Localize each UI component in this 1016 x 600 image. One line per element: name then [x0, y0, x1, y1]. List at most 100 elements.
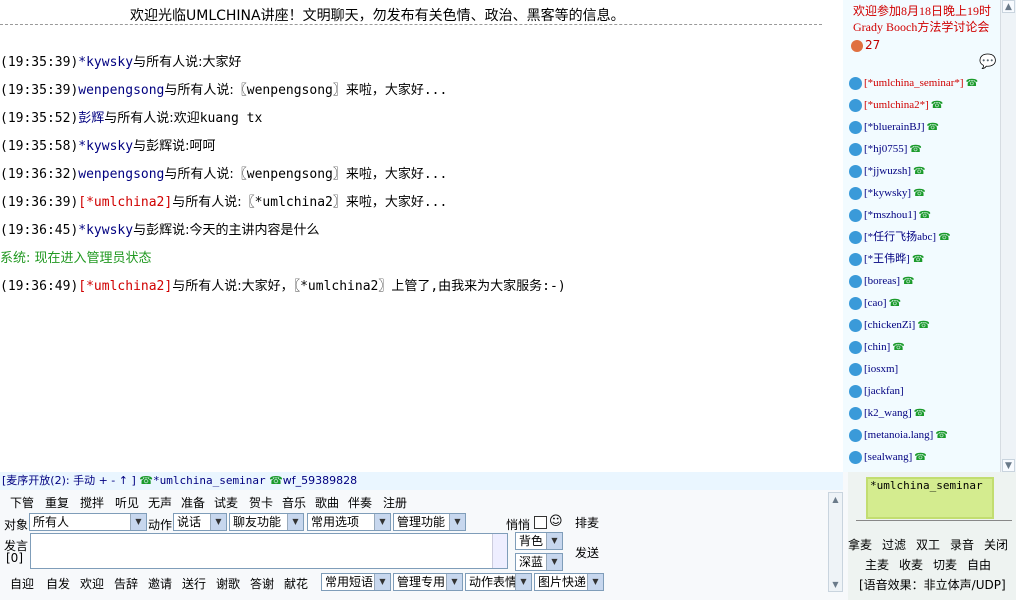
toolbar-bottom-button[interactable]: 谢歌	[216, 575, 240, 592]
user-list-item[interactable]: [*bluerainBJ] ☎	[849, 116, 1001, 138]
message-sender[interactable]: wenpengsong	[78, 83, 164, 98]
common-options-select[interactable]: 常用选项 ▼	[307, 513, 391, 531]
user-name: [*任行飞扬abc]	[864, 231, 937, 243]
user-list-item[interactable]: [*kywsky] ☎	[849, 182, 1001, 204]
toolbar-bottom-button[interactable]: 邀请	[148, 575, 172, 592]
user-list-item[interactable]: [*umlchina2*] ☎	[849, 94, 1001, 116]
user-icon	[849, 208, 862, 222]
bgcolor-value: 背色	[519, 534, 544, 548]
action-emote-select[interactable]: 动作表情 ▼	[465, 573, 532, 591]
user-list-item[interactable]: [chin] ☎	[849, 336, 1001, 358]
voice-effect: [语音效果：非立体声/UDP]	[859, 578, 1006, 592]
voice-button[interactable]: 过滤	[882, 536, 906, 553]
voice-button[interactable]: 双工	[916, 536, 940, 553]
toolbar-bottom-button[interactable]: 自迎	[10, 575, 34, 592]
toolbar-bottom-button[interactable]: 告辞	[114, 575, 138, 592]
message-sender[interactable]: [*umlchina2]	[78, 279, 172, 294]
phone-icon: ☎	[917, 320, 930, 331]
color-select[interactable]: 深蓝 ▼	[515, 553, 563, 571]
toolbar-bottom-button[interactable]: 答谢	[250, 575, 274, 592]
user-list-item[interactable]: [sealwang] ☎	[849, 446, 1001, 468]
whisper-checkbox[interactable]	[534, 516, 547, 529]
chevron-down-icon: ▼	[446, 574, 462, 590]
message-time: (19:35:39)	[0, 83, 79, 98]
toolbar-bottom-button[interactable]: 自发	[46, 575, 70, 592]
toolbar-top-button[interactable]: 无声	[148, 494, 172, 511]
voice-button[interactable]: 自由	[967, 556, 991, 573]
voice-button[interactable]: 主麦	[865, 556, 889, 573]
user-list-item[interactable]: [*umlchina_seminar*] ☎	[849, 72, 1001, 94]
chat-bubble-icon[interactable]: 💬	[979, 54, 996, 70]
toolbar-top-button[interactable]: 听见	[115, 494, 139, 511]
voice-button[interactable]: 拿麦	[848, 536, 872, 553]
toolbar-top-button[interactable]: 试麦	[214, 494, 238, 511]
user-icon	[849, 340, 862, 354]
lower-scrollbar[interactable]: ▲ ▼	[828, 492, 843, 592]
user-list-item[interactable]: [*hj0755] ☎	[849, 138, 1001, 160]
voice-button[interactable]: 录音	[950, 536, 974, 553]
toolbar-bottom-button[interactable]: 欢迎	[80, 575, 104, 592]
toolbar-top-button[interactable]: 音乐	[282, 494, 306, 511]
message-sender[interactable]: 彭辉	[78, 111, 104, 126]
user-list-item[interactable]: [iosxm]	[849, 358, 1001, 380]
input-scrollbar[interactable]	[492, 534, 507, 568]
message-sender[interactable]: wenpengsong	[78, 167, 164, 182]
user-list-item[interactable]: [k2_wang] ☎	[849, 402, 1001, 424]
toolbar-top-button[interactable]: 伴奏	[348, 494, 372, 511]
user-list-scrollbar[interactable]: ▲ ▼	[1000, 0, 1016, 472]
user-list-item[interactable]: [metanoia.lang] ☎	[849, 424, 1001, 446]
bgcolor-select[interactable]: 背色 ▼	[515, 532, 563, 550]
phone-icon: ☎	[269, 474, 283, 487]
toolbar-bottom-button[interactable]: 送行	[182, 575, 206, 592]
admin-use-select[interactable]: 管理专用 ▼	[393, 573, 463, 591]
queue-button[interactable]: 排麦	[575, 514, 599, 531]
user-list-item[interactable]: [chickenZi] ☎	[849, 314, 1001, 336]
user-list-item[interactable]: [*王伟晔] ☎	[849, 248, 1001, 270]
toolbar-top-button[interactable]: 注册	[383, 494, 407, 511]
toolbar-top-button[interactable]: 歌曲	[315, 494, 339, 511]
notice-line-2: Grady Booch方法学讨论会	[853, 20, 990, 34]
user-name: [*umlchina_seminar*]	[864, 77, 964, 89]
image-quick-select[interactable]: 图片快递 ▼	[534, 573, 604, 591]
user-list-item[interactable]: [jackfan]	[849, 380, 1001, 402]
color-value: 深蓝	[519, 555, 544, 569]
toolbar-bottom-button[interactable]: 献花	[284, 575, 308, 592]
user-list-item[interactable]: [*mszhou1] ☎	[849, 204, 1001, 226]
common-options-value: 常用选项	[311, 515, 360, 529]
common-phrases-select[interactable]: 常用短语 ▼	[321, 573, 391, 591]
user-list-item[interactable]: [boreas] ☎	[849, 270, 1001, 292]
toolbar-top-button[interactable]: 准备	[181, 494, 205, 511]
message-input[interactable]	[30, 533, 508, 569]
mic-mode[interactable]: 手动	[73, 474, 95, 487]
scroll-down-icon[interactable]: ▼	[1002, 459, 1015, 472]
voice-button[interactable]: 关闭	[984, 536, 1008, 553]
message-sender[interactable]: *kywsky	[78, 55, 133, 70]
toolbar-top-button[interactable]: 重复	[45, 494, 69, 511]
target-select[interactable]: 所有人 ▼	[29, 513, 147, 531]
message-sender[interactable]: *kywsky	[78, 223, 133, 238]
scroll-up-icon[interactable]: ▲	[1002, 0, 1015, 13]
user-list-item[interactable]: [*任行飞扬abc] ☎	[849, 226, 1001, 248]
phone-icon: ☎	[892, 342, 905, 353]
user-list-item[interactable]: [cao] ☎	[849, 292, 1001, 314]
message-sender[interactable]: [*umlchina2]	[78, 195, 172, 210]
scroll-down-icon[interactable]: ▼	[829, 578, 842, 591]
mic-controls[interactable]: + - ↑ ]	[99, 474, 136, 487]
toolbar-top-button[interactable]: 下管	[10, 494, 34, 511]
smiley-icon[interactable]: ☺	[549, 514, 563, 529]
voice-button[interactable]: 收麦	[899, 556, 923, 573]
volume-slider[interactable]	[856, 520, 1012, 531]
mic-user-2[interactable]: wf_59389828	[283, 474, 357, 487]
admin-func-select[interactable]: 管理功能 ▼	[393, 513, 466, 531]
mic-user-1[interactable]: *umlchina_seminar	[153, 474, 266, 487]
chat-message: (19:35:39)*kywsky与所有人说:大家好	[0, 51, 241, 70]
toolbar-top-button[interactable]: 贺卡	[249, 494, 273, 511]
message-sender[interactable]: *kywsky	[78, 139, 133, 154]
toolbar-top-button[interactable]: 搅拌	[80, 494, 104, 511]
action-select[interactable]: 说话 ▼	[173, 513, 227, 531]
chat-func-select[interactable]: 聊友功能 ▼	[229, 513, 304, 531]
scroll-up-icon[interactable]: ▲	[829, 493, 842, 506]
voice-button[interactable]: 切麦	[933, 556, 957, 573]
send-button[interactable]: 发送	[575, 544, 599, 561]
user-list-item[interactable]: [*jjwuzsh] ☎	[849, 160, 1001, 182]
